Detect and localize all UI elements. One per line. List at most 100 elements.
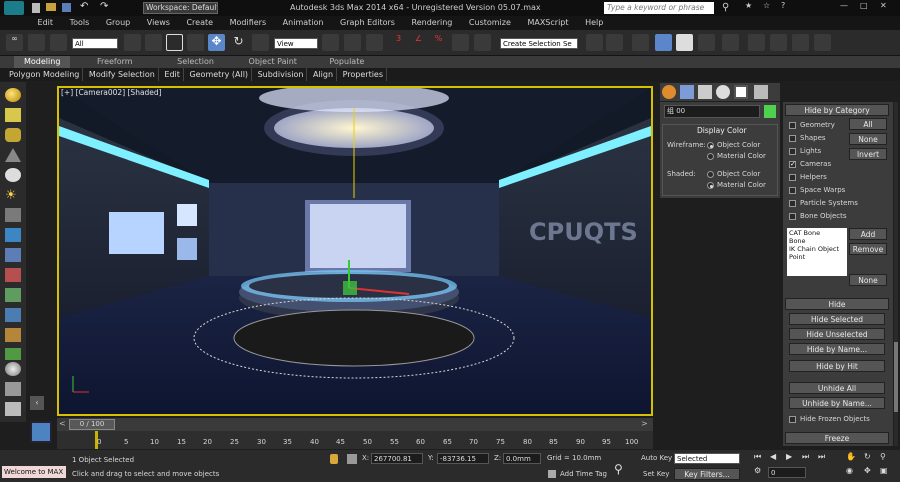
object-color-swatch[interactable] <box>764 105 776 118</box>
ribbon-polygon-modeling[interactable]: Polygon Modeling <box>6 68 84 81</box>
particle-icon[interactable] <box>5 268 21 282</box>
tab-modeling[interactable]: Modeling <box>14 56 71 68</box>
viewport-layout-icon[interactable] <box>30 421 52 443</box>
redo-icon[interactable]: ↷ <box>100 1 108 12</box>
freeze-rollout-header[interactable]: Freeze <box>785 432 889 444</box>
spinner-snap-icon[interactable] <box>452 34 469 51</box>
curve-editor-icon[interactable] <box>698 34 715 51</box>
render-production-icon[interactable] <box>814 34 831 51</box>
close-icon[interactable]: ✕ <box>880 1 887 10</box>
category-all-button[interactable]: All <box>849 118 887 130</box>
track-bar[interactable]: 0 5 10 15 20 25 30 35 40 45 50 55 60 65 … <box>57 431 653 449</box>
y-coordinate-field[interactable]: -83736.15 <box>437 453 489 464</box>
keyboard-shortcut-icon[interactable] <box>366 34 383 51</box>
shaded-material-color-radio[interactable] <box>707 182 714 189</box>
hide-rollout-header[interactable]: Hide <box>785 298 889 310</box>
sphere-icon[interactable] <box>5 88 21 102</box>
star-icon[interactable]: ☆ <box>763 1 770 10</box>
hide-by-hit-button[interactable]: Hide by Hit <box>789 360 885 372</box>
mail-icon[interactable] <box>5 308 21 322</box>
panel-scrollbar[interactable] <box>894 102 898 446</box>
menu-customize[interactable]: Customize <box>462 16 518 30</box>
manipulate-icon[interactable] <box>344 34 361 51</box>
list-item[interactable]: Point <box>789 253 845 261</box>
go-to-end-icon[interactable]: ⏭ <box>818 452 825 462</box>
app-logo-icon[interactable] <box>4 1 24 15</box>
select-and-rotate-icon[interactable]: ↻ <box>230 34 247 51</box>
layer-manager-icon[interactable] <box>632 34 649 51</box>
scene-explorer-icon[interactable] <box>655 34 672 51</box>
graphite-toggle-icon[interactable] <box>676 34 693 51</box>
menu-rendering[interactable]: Rendering <box>405 16 460 30</box>
lock-icon[interactable] <box>330 454 338 464</box>
current-frame-field[interactable]: 0 <box>768 467 806 478</box>
motion-tab-icon[interactable] <box>716 85 730 99</box>
tab-populate[interactable]: Populate <box>314 56 381 68</box>
rectangular-selection-icon[interactable] <box>166 34 183 51</box>
list-item[interactable]: Bone <box>789 237 845 245</box>
time-slider-handle[interactable]: 0 / 100 <box>69 419 115 430</box>
schematic-view-icon[interactable] <box>722 34 739 51</box>
edit-named-selection-icon[interactable] <box>474 34 491 51</box>
table-icon[interactable] <box>5 402 21 416</box>
viewport-label[interactable]: [+] [Camera002] [Shaded] <box>61 88 162 97</box>
space-warps-checkbox[interactable] <box>789 187 796 194</box>
set-key-button[interactable]: Set Key <box>643 470 669 478</box>
bind-space-warp-icon[interactable] <box>50 34 67 51</box>
unhide-by-name-button[interactable]: Unhide by Name... <box>789 397 885 409</box>
undo-icon[interactable]: ↶ <box>80 1 88 12</box>
absolute-mode-icon[interactable] <box>347 454 357 464</box>
category-list-none-button[interactable]: None <box>849 274 887 286</box>
render-setup-icon[interactable] <box>770 34 787 51</box>
search-input[interactable]: Type a keyword or phrase <box>604 2 714 14</box>
rendered-frame-icon[interactable] <box>792 34 809 51</box>
box-icon[interactable] <box>5 108 21 122</box>
next-frame-icon[interactable]: > <box>641 419 648 428</box>
category-add-button[interactable]: Add <box>849 228 887 240</box>
selected-dropdown[interactable]: Selected <box>674 453 740 464</box>
key-filters-button[interactable]: Key Filters... <box>674 468 740 480</box>
open-icon[interactable] <box>46 3 56 11</box>
mirror-icon[interactable] <box>586 34 603 51</box>
menu-help[interactable]: Help <box>578 16 610 30</box>
save-icon[interactable] <box>62 3 71 12</box>
select-and-scale-icon[interactable] <box>252 34 269 51</box>
collapse-arrow-icon[interactable]: ‹ <box>30 396 44 410</box>
zoom-icon[interactable]: ⚲ <box>880 452 886 461</box>
window-crossing-icon[interactable] <box>187 34 204 51</box>
hierarchy-tab-icon[interactable] <box>698 85 712 99</box>
hide-frozen-checkbox[interactable] <box>789 416 796 423</box>
particle-systems-checkbox[interactable] <box>789 200 796 207</box>
ribbon-properties[interactable]: Properties <box>340 68 388 81</box>
wireframe-material-color-radio[interactable] <box>707 153 714 160</box>
menu-modifiers[interactable]: Modifiers <box>223 16 274 30</box>
helper-icon[interactable] <box>5 228 21 242</box>
material-editor-icon[interactable] <box>748 34 765 51</box>
category-remove-button[interactable]: Remove <box>849 243 887 255</box>
category-list[interactable]: CAT Bone Bone IK Chain Object Point <box>787 228 847 276</box>
list-item[interactable]: IK Chain Object <box>789 245 845 253</box>
z-coordinate-field[interactable]: 0.0mm <box>503 453 541 464</box>
go-to-start-icon[interactable]: ⏮ <box>754 452 761 462</box>
render-sphere-icon[interactable] <box>5 362 21 376</box>
pan-icon[interactable]: ✋ <box>846 452 856 461</box>
maximize-icon[interactable]: □ <box>860 1 868 10</box>
help-icon[interactable]: ★ <box>745 1 752 10</box>
selection-filter-dropdown[interactable]: All <box>72 38 118 49</box>
prev-frame-icon[interactable]: < <box>59 419 66 428</box>
list-item[interactable]: CAT Bone <box>789 229 845 237</box>
cone-icon[interactable] <box>5 148 21 162</box>
tab-freeform[interactable]: Freeform <box>73 56 157 68</box>
ribbon-modify-selection[interactable]: Modify Selection <box>86 68 159 81</box>
key-icon[interactable]: ⚲ <box>614 462 623 476</box>
modify-tab-icon[interactable] <box>680 85 694 99</box>
x-coordinate-field[interactable]: 267700.81 <box>371 453 423 464</box>
maxscript-listener[interactable]: Welcome to MAX <box>2 466 66 478</box>
align-icon[interactable] <box>606 34 623 51</box>
play-icon[interactable]: ▶ <box>786 452 792 461</box>
unlink-icon[interactable] <box>28 34 45 51</box>
hide-unselected-button[interactable]: Hide Unselected <box>789 328 885 340</box>
angle-snap-icon[interactable]: ∠ <box>410 34 427 51</box>
question-icon[interactable]: ? <box>781 1 785 10</box>
select-object-icon[interactable] <box>124 34 141 51</box>
